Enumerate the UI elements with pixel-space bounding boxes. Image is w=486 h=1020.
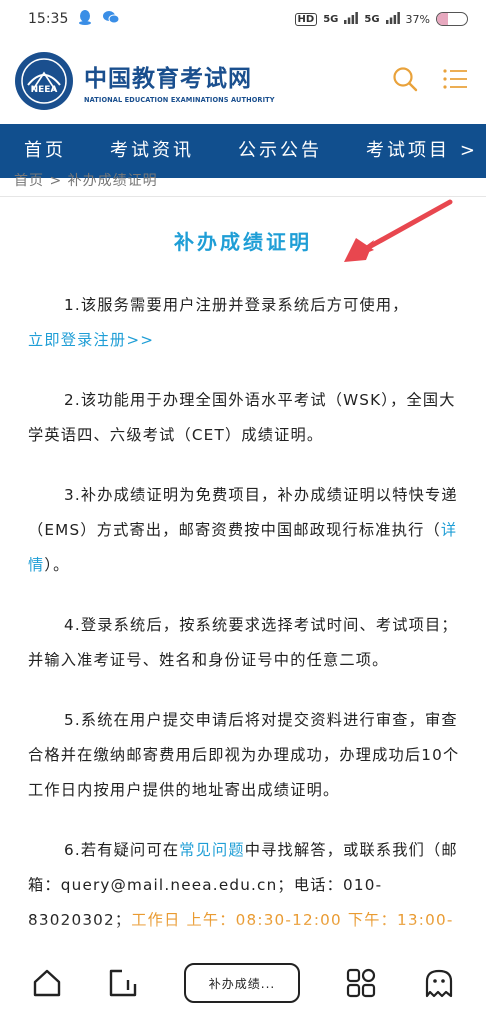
paragraph-2: 2.该功能用于办理全国外语水平考试（WSK），全国大学英语四、六级考试（CET）… <box>28 391 456 444</box>
site-title: 中国教育考试网 <box>84 65 252 92</box>
nav-more-arrow[interactable]: > <box>460 124 478 178</box>
paragraph-3-text-a: 3.补办成绩证明为免费项目，补办成绩证明以特快专递（EMS）方式寄出，邮寄资费按… <box>28 486 458 539</box>
article-content: 1.该服务需要用户注册并登录系统后方可使用， 立即登录注册>> 2.该功能用于办… <box>28 288 468 963</box>
hd-badge: HD <box>294 12 318 26</box>
paragraph-1-text: 1.该服务需要用户注册并登录系统后方可使用， <box>64 296 409 314</box>
signal-bars-icon-2 <box>385 11 400 27</box>
red-arrow-icon <box>344 199 453 262</box>
paragraph-5: 5.系统在用户提交申请后将对提交资料进行审查，审查合格并在缴纳邮寄费用后即视为办… <box>28 711 460 799</box>
battery-icon <box>436 12 468 26</box>
paragraph-3: 3.补办成绩证明为免费项目，补办成绩证明以特快专递（EMS）方式寄出，邮寄资费按… <box>28 478 468 583</box>
nav-item-notices[interactable]: 公示公告 <box>238 124 322 178</box>
paragraph-3-text-b: ）。 <box>44 556 70 574</box>
content-fade <box>0 920 486 950</box>
signal-bars-icon <box>344 11 359 27</box>
home-icon[interactable] <box>32 968 62 998</box>
assistant-icon[interactable] <box>424 968 454 998</box>
site-header: NEEA 中国教育考试网 NATIONAL EDUCATION EXAMINAT… <box>0 38 486 124</box>
status-bar: 15:35 HD 5G 5G 37% <box>0 0 486 38</box>
paragraph-1: 1.该服务需要用户注册并登录系统后方可使用， 立即登录注册>> <box>28 288 468 358</box>
tabs-icon[interactable] <box>108 968 138 998</box>
faq-link[interactable]: 常见问题 <box>179 841 245 859</box>
apps-icon[interactable] <box>346 968 376 998</box>
breadcrumb: 首页 > 补办成绩证明 <box>14 173 158 189</box>
neea-logo[interactable]: NEEA <box>14 51 74 111</box>
login-register-link[interactable]: 立即登录注册>> <box>28 331 154 349</box>
search-icon[interactable] <box>392 66 418 96</box>
logo-text: NEEA <box>31 85 58 95</box>
paragraph-6-text-a: 6.若有疑问可在 <box>64 841 180 859</box>
site-subtitle: NATIONAL EDUCATION EXAMINATIONS AUTHORIT… <box>84 95 275 104</box>
nav-item-exams[interactable]: 考试项目 <box>366 124 450 178</box>
qq-icon <box>78 9 92 29</box>
paragraph-4: 4.登录系统后，按系统要求选择考试时间、考试项目；并输入准考证号、姓名和身份证号… <box>28 616 458 669</box>
logo-text-block: 中国教育考试网 NATIONAL EDUCATION EXAMINATIONS … <box>84 59 275 104</box>
signal-5g-1: 5G <box>323 13 339 25</box>
battery-percent: 37% <box>405 12 430 26</box>
signal-5g-2: 5G <box>364 13 380 25</box>
current-tab-pill[interactable]: 补办成绩... <box>184 963 300 1003</box>
wechat-icon <box>102 10 120 28</box>
status-time: 15:35 <box>28 11 69 27</box>
menu-icon[interactable] <box>442 68 468 94</box>
